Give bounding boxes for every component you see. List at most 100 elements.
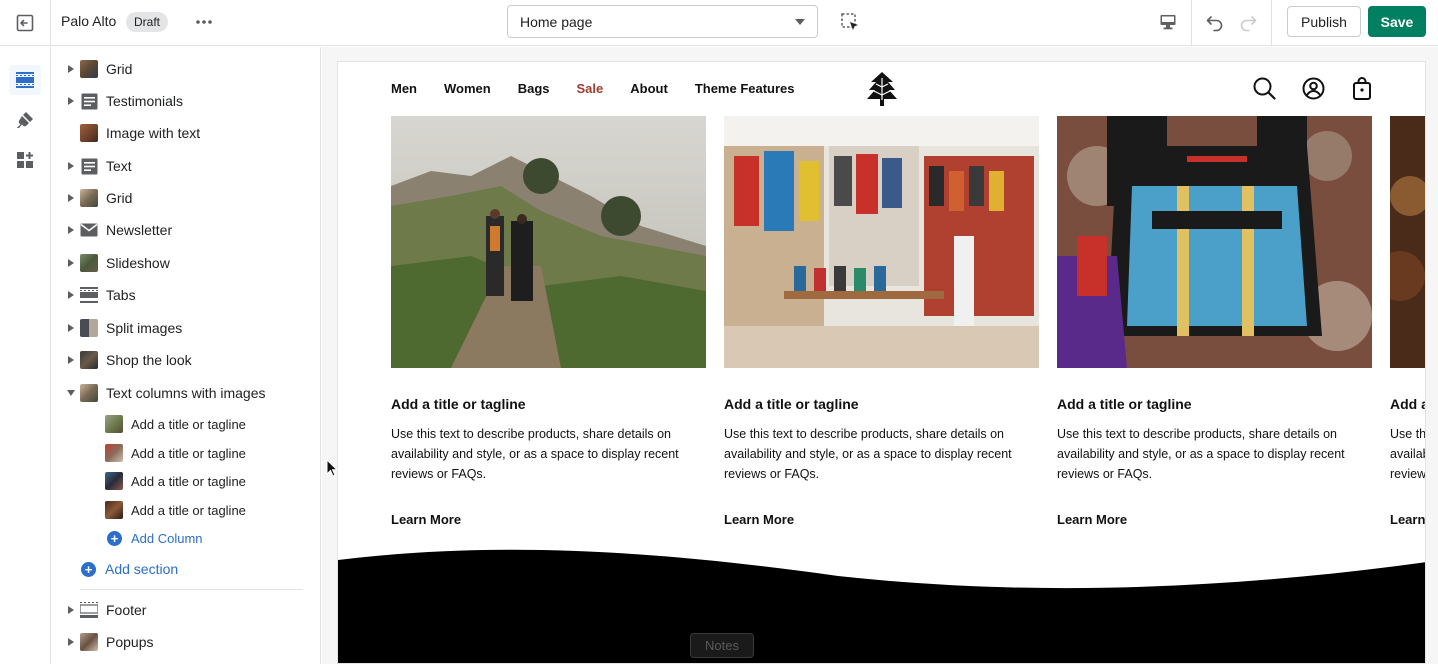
search-icon[interactable] <box>1251 75 1277 101</box>
page-selector[interactable]: Home page <box>507 5 818 38</box>
footer-icon <box>80 601 98 619</box>
publish-button[interactable]: Publish <box>1287 6 1361 37</box>
caret-right-icon[interactable] <box>66 96 76 106</box>
image-thumbnail-icon <box>105 444 123 462</box>
column-block-item[interactable]: Add a title or tagline <box>52 440 320 466</box>
undo-icon <box>1206 16 1223 32</box>
image-thumbnail-icon <box>80 633 98 651</box>
text-block-icon <box>80 157 98 175</box>
section-label: Footer <box>106 602 147 618</box>
section-item-text-columns-with-images[interactable]: Text columns with images <box>52 379 320 407</box>
nav-link-bags[interactable]: Bags <box>518 81 550 96</box>
column-text: Use this text to describe products, shar… <box>1057 427 1345 481</box>
column-block-item[interactable]: Add a title or tagline <box>52 468 320 494</box>
section-label: Shop the look <box>106 352 192 368</box>
account-icon[interactable] <box>1300 75 1326 101</box>
text-column[interactable]: Add a title or tagline Use this text to … <box>391 116 706 527</box>
nav-link-about[interactable]: About <box>630 81 668 96</box>
caret-right-icon[interactable] <box>66 225 76 235</box>
inspector-button[interactable] <box>838 10 862 34</box>
desktop-view-button[interactable] <box>1156 10 1180 34</box>
nav-link-sale[interactable]: Sale <box>577 81 604 96</box>
notes-tab[interactable]: Notes <box>690 633 754 658</box>
rail-theme-settings-button[interactable] <box>9 105 41 135</box>
column-block-item[interactable]: Add a title or tagline <box>52 411 320 437</box>
caret-right-icon[interactable] <box>66 258 76 268</box>
rail-sections-button[interactable] <box>9 65 41 95</box>
add-section-button[interactable]: + Add section <box>81 561 178 577</box>
redo-button[interactable] <box>1236 10 1260 34</box>
section-item-shop-the-look[interactable]: Shop the look <box>52 346 320 374</box>
learn-more-link[interactable]: Learn More <box>724 512 1039 527</box>
more-actions-button[interactable] <box>192 11 216 33</box>
image-thumbnail-icon <box>80 60 98 78</box>
caret-right-icon[interactable] <box>66 605 76 615</box>
section-item-slideshow[interactable]: Slideshow <box>52 249 320 277</box>
rail-apps-button[interactable] <box>9 145 41 175</box>
status-badge: Draft <box>126 12 169 32</box>
add-column-button[interactable]: + Add Column <box>107 531 203 546</box>
section-label: Text columns with images <box>106 385 266 401</box>
column-block-label: Add a title or tagline <box>131 502 246 518</box>
learn-more-link[interactable]: Learn More <box>391 512 706 527</box>
section-label: Grid <box>106 61 133 77</box>
column-image-backpack <box>1057 116 1372 368</box>
learn-more-link[interactable]: Learn More <box>1057 512 1372 527</box>
section-item-split-images[interactable]: Split images <box>52 314 320 342</box>
paint-brush-icon <box>17 112 33 128</box>
caret-right-icon[interactable] <box>66 323 76 333</box>
caret-right-icon[interactable] <box>66 64 76 74</box>
section-label: Slideshow <box>106 255 170 271</box>
store-preview[interactable]: Men Women Bags Sale About Theme Features <box>337 61 1426 664</box>
caret-right-icon[interactable] <box>66 637 76 647</box>
ellipsis-icon <box>196 20 212 24</box>
caret-down-icon <box>795 18 805 25</box>
mouse-cursor-icon <box>326 459 338 477</box>
text-column[interactable]: Add a title or tagline Use this text to … <box>1057 116 1372 527</box>
column-block-label: Add a title or tagline <box>131 445 246 461</box>
undo-button[interactable] <box>1203 10 1227 34</box>
section-item-grid[interactable]: Grid <box>52 55 320 83</box>
section-label: Text <box>106 158 132 174</box>
save-button[interactable]: Save <box>1368 6 1426 37</box>
page-selector-value: Home page <box>520 13 593 30</box>
learn-more-link[interactable]: Learn More <box>1390 512 1425 527</box>
section-item-grid[interactable]: Grid <box>52 184 320 212</box>
section-item-testimonials[interactable]: Testimonials <box>52 87 320 115</box>
editor-rail <box>0 47 51 664</box>
text-column[interactable]: Add a title or tagline Use this text to … <box>724 116 1039 527</box>
cart-bag-icon[interactable] <box>1349 75 1375 101</box>
section-item-popups[interactable]: Popups <box>52 628 320 656</box>
nav-link-women[interactable]: Women <box>444 81 491 96</box>
caret-right-icon[interactable] <box>66 161 76 171</box>
section-item-footer[interactable]: Footer <box>52 596 320 624</box>
caret-right-icon[interactable] <box>66 290 76 300</box>
column-title: Add a title or tagline <box>724 396 859 412</box>
caret-right-icon[interactable] <box>66 355 76 365</box>
section-item-newsletter[interactable]: Newsletter <box>52 216 320 244</box>
redo-icon <box>1240 16 1257 32</box>
section-item-image-with-text[interactable]: Image with text <box>52 119 320 147</box>
app-blocks-icon <box>17 152 33 168</box>
section-item-tabs[interactable]: Tabs <box>52 281 320 309</box>
add-column-label: Add Column <box>131 531 203 546</box>
nav-link-men[interactable]: Men <box>391 81 417 96</box>
toolbar-divider <box>1191 0 1192 46</box>
section-item-text[interactable]: Text <box>52 152 320 180</box>
column-block-item[interactable]: Add a title or tagline <box>52 497 320 523</box>
tree-logo-icon[interactable] <box>867 72 897 106</box>
column-title: Add a title or tagline <box>391 396 526 412</box>
exit-button[interactable] <box>0 0 51 46</box>
column-title: Add a title or tagline <box>1390 396 1425 412</box>
nav-link-theme-features[interactable]: Theme Features <box>695 81 795 96</box>
caret-right-icon[interactable] <box>66 193 76 203</box>
select-inspect-icon <box>841 13 858 30</box>
caret-down-icon[interactable] <box>66 388 76 398</box>
image-thumbnail-icon <box>105 472 123 490</box>
image-thumbnail-icon <box>80 384 98 402</box>
text-column[interactable]: Add a title or tagline Use this text to … <box>1390 116 1425 527</box>
section-label: Testimonials <box>106 93 184 109</box>
toolbar-divider <box>1271 0 1272 46</box>
image-thumbnail-icon <box>80 189 98 207</box>
tabs-icon <box>80 286 98 304</box>
